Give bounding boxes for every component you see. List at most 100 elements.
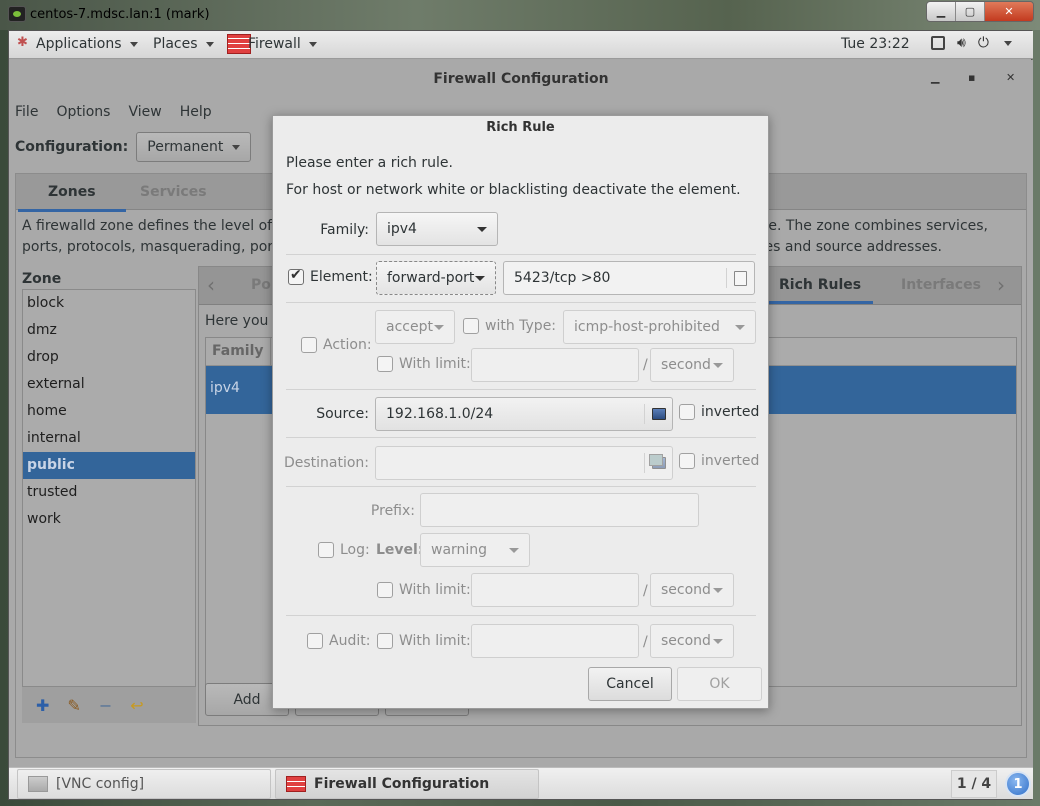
zone-list[interactable]: block dmz drop external home internal pu… xyxy=(22,289,196,687)
log-limit-checkbox[interactable] xyxy=(377,582,393,598)
app-title: Firewall Configuration xyxy=(433,71,609,87)
log-limit-field[interactable] xyxy=(471,573,639,607)
firewall-app-label: Firewall xyxy=(248,36,301,52)
edit-icon[interactable]: ✎ xyxy=(67,696,80,715)
load-defaults-icon[interactable]: ↩ xyxy=(130,696,143,715)
action-label: Action: xyxy=(323,337,372,353)
action-limit-field[interactable] xyxy=(471,348,639,382)
audit-limit-field[interactable] xyxy=(471,624,639,658)
source-inverted-checkbox[interactable] xyxy=(679,404,695,420)
maximize-button[interactable]: ▪ xyxy=(968,71,975,84)
chevron-left-icon[interactable]: ‹ xyxy=(207,273,215,297)
chevron-down-icon xyxy=(232,144,241,150)
limit-separator: / xyxy=(643,634,648,650)
audit-limit-unit-value: second xyxy=(661,633,711,649)
menu-file[interactable]: File xyxy=(15,104,38,120)
family-dropdown[interactable]: ipv4 xyxy=(376,212,498,246)
task-firewall-configuration[interactable]: Firewall Configuration xyxy=(275,769,539,799)
workspace-pager[interactable]: 1 / 4 xyxy=(951,770,997,798)
zone-item-drop[interactable]: drop xyxy=(23,344,195,371)
audit-limit-checkbox[interactable] xyxy=(377,633,393,649)
chevron-down-icon xyxy=(205,41,214,47)
clock[interactable]: Tue 23:22 xyxy=(841,36,910,52)
action-dropdown[interactable]: accept xyxy=(375,310,455,344)
zone-item-dmz[interactable]: dmz xyxy=(23,317,195,344)
action-type-dropdown[interactable]: icmp-host-prohibited xyxy=(563,310,756,344)
remove-icon[interactable]: − xyxy=(99,696,112,715)
chevron-down-icon xyxy=(129,41,138,47)
audit-limit-unit-dropdown[interactable]: second xyxy=(650,624,734,658)
minimize-button[interactable]: ▁ xyxy=(931,71,939,84)
tab-zones[interactable]: Zones xyxy=(18,184,125,212)
element-value-field[interactable]: 5423/tcp >80 xyxy=(503,261,755,295)
log-level-dropdown[interactable]: warning xyxy=(420,533,530,567)
zone-item-home[interactable]: home xyxy=(23,398,195,425)
rich-rule-dialog: Rich Rule Please enter a rich rule. For … xyxy=(272,115,769,709)
source-field[interactable]: 192.168.1.0/24 xyxy=(375,397,673,431)
family-value: ipv4 xyxy=(387,221,417,237)
log-limit-label: With limit: xyxy=(399,582,471,598)
menu-options[interactable]: Options xyxy=(56,104,110,120)
separator xyxy=(286,437,756,438)
zone-item-block[interactable]: block xyxy=(23,290,195,317)
chevron-down-icon xyxy=(509,547,519,553)
tab-interfaces[interactable]: Interfaces xyxy=(901,277,981,293)
active-tab-indicator xyxy=(765,301,873,304)
column-header-family[interactable]: Family xyxy=(206,338,271,365)
audit-checkbox[interactable] xyxy=(307,633,323,649)
with-type-checkbox[interactable] xyxy=(463,318,479,334)
separator xyxy=(286,302,756,303)
firewall-app-menu[interactable]: Firewall xyxy=(227,34,317,54)
action-checkbox[interactable] xyxy=(301,337,317,353)
log-prefix-field[interactable] xyxy=(420,493,699,527)
action-limit-unit-dropdown[interactable]: second xyxy=(650,348,734,382)
zone-item-public[interactable]: public xyxy=(23,452,195,479)
limit-separator: / xyxy=(643,357,648,373)
system-tray[interactable]: 🔊︎ ⏻ xyxy=(931,35,1012,51)
action-limit-checkbox[interactable] xyxy=(377,356,393,372)
destination-inverted-checkbox[interactable] xyxy=(679,453,695,469)
tab-rich-rules[interactable]: Rich Rules xyxy=(779,277,861,293)
menu-view[interactable]: View xyxy=(128,104,161,120)
places-menu[interactable]: Places xyxy=(153,36,214,52)
tab-services[interactable]: Services xyxy=(140,184,207,200)
edit-element-button[interactable] xyxy=(726,268,754,288)
limit-separator: / xyxy=(643,583,648,599)
close-button[interactable]: ✕ xyxy=(1006,71,1015,84)
configuration-label: Configuration: xyxy=(15,139,129,155)
element-label: Element: xyxy=(310,269,373,285)
log-checkbox[interactable] xyxy=(318,542,334,558)
zone-item-internal[interactable]: internal xyxy=(23,425,195,452)
cancel-button[interactable]: Cancel xyxy=(588,667,672,701)
configuration-dropdown[interactable]: Permanent xyxy=(136,132,252,162)
zone-item-trusted[interactable]: trusted xyxy=(23,479,195,506)
task-vnc-config[interactable]: [VNC config] xyxy=(17,769,271,799)
element-checkbox[interactable] xyxy=(288,267,304,285)
add-icon[interactable]: ✚ xyxy=(36,696,49,715)
menu-help[interactable]: Help xyxy=(180,104,212,120)
vnc-viewer-icon xyxy=(8,6,26,22)
zone-description-line2-end: ces and source addresses. xyxy=(756,239,942,255)
vnc-maximize-button[interactable]: ▢ xyxy=(956,2,985,21)
element-type-dropdown[interactable]: forward-port xyxy=(376,261,496,295)
notification-badge[interactable]: 1 xyxy=(1005,771,1031,797)
element-value: 5423/tcp >80 xyxy=(514,270,611,286)
zone-item-external[interactable]: external xyxy=(23,371,195,398)
chevron-right-icon[interactable]: › xyxy=(997,273,1005,297)
vnc-window-controls: ▁ ▢ ✕ xyxy=(926,1,1034,22)
source-address-button[interactable] xyxy=(644,404,672,424)
separator xyxy=(286,254,756,255)
zone-item-work[interactable]: work xyxy=(23,506,195,533)
chevron-down-icon xyxy=(477,226,487,232)
vnc-minimize-button[interactable]: ▁ xyxy=(927,2,956,21)
destination-field[interactable] xyxy=(375,446,673,480)
action-limit-label: With limit: xyxy=(399,356,471,372)
log-limit-unit-dropdown[interactable]: second xyxy=(650,573,734,607)
applications-menu[interactable]: Applications xyxy=(17,35,138,52)
vnc-close-button[interactable]: ✕ xyxy=(985,2,1033,21)
chevron-down-icon xyxy=(713,587,723,593)
destination-address-button[interactable] xyxy=(644,453,672,473)
ok-button[interactable]: OK xyxy=(677,667,762,701)
element-type-value: forward-port xyxy=(387,270,475,286)
separator xyxy=(286,486,756,487)
